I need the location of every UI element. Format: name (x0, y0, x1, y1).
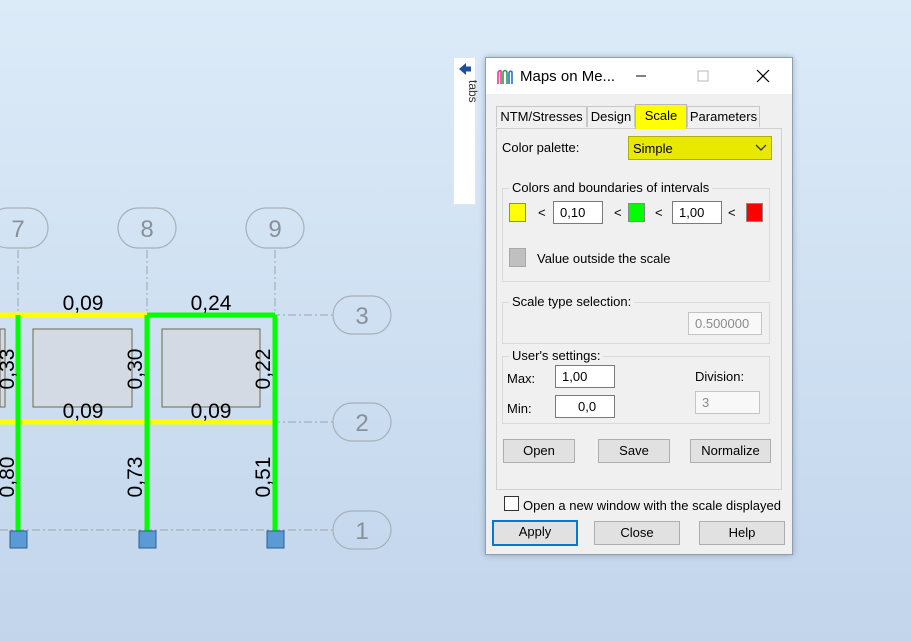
save-button[interactable]: Save (598, 439, 670, 463)
max-label: Max: (507, 371, 536, 386)
boundary-1-input[interactable]: 0,10 (553, 201, 603, 224)
tab-ntm-stresses[interactable]: NTM/Stresses (496, 106, 587, 127)
intervals-group-title: Colors and boundaries of intervals (509, 180, 713, 195)
value-label: 0,80 (0, 457, 19, 498)
value-label: 0,73 (124, 457, 147, 498)
division-input: 3 (695, 391, 760, 414)
value-label: 0,33 (0, 349, 19, 390)
axis-bubble-7: 7 (0, 207, 49, 249)
max-input[interactable]: 1,00 (555, 365, 615, 388)
less-than-sign: < (538, 205, 546, 220)
boundary-2-input[interactable]: 1,00 (672, 201, 722, 224)
side-tabs-label[interactable]: tabs (466, 80, 480, 103)
axis-bubble-1: 1 (332, 510, 392, 550)
app-icon (497, 69, 513, 84)
min-label: Min: (507, 401, 532, 416)
side-tabs-strip[interactable]: tabs (453, 57, 480, 205)
less-than-sign: < (655, 205, 663, 220)
value-label: 0,22 (252, 349, 275, 390)
value-label: 0,30 (124, 349, 147, 390)
maximize-icon (697, 70, 709, 82)
open-scale-window-checkbox[interactable] (504, 496, 519, 511)
tab-parameters[interactable]: Parameters (687, 106, 760, 127)
chevron-down-icon (755, 144, 767, 151)
axis-bubble-3: 3 (332, 295, 392, 335)
maps-dialog: Maps on Me... NTM/Stresses Design Parame… (485, 57, 793, 555)
support-1 (9, 530, 28, 549)
axis-bubble-9: 9 (245, 207, 305, 249)
axis-label-3: 3 (355, 303, 368, 330)
scale-type-title: Scale type selection: (509, 294, 635, 309)
less-than-sign: < (728, 205, 736, 220)
tab-design[interactable]: Design (587, 106, 635, 127)
support-2 (138, 530, 157, 549)
scale-type-input: 0.500000 (688, 312, 762, 335)
less-than-sign: < (614, 205, 622, 220)
axis-label-1: 1 (355, 518, 368, 545)
slab-panel (32, 328, 133, 408)
color-swatch-mid[interactable] (628, 203, 645, 222)
open-button[interactable]: Open (503, 439, 575, 463)
axis-bubble-2: 2 (332, 402, 392, 442)
color-swatch-low[interactable] (509, 203, 526, 222)
open-scale-window-label[interactable]: Open a new window with the scale display… (523, 498, 781, 513)
color-palette-label: Color palette: (502, 140, 580, 155)
normalize-button[interactable]: Normalize (690, 439, 771, 463)
support-3 (266, 530, 285, 549)
axis-label-9: 9 (268, 216, 281, 243)
maximize-button[interactable] (680, 58, 726, 94)
axis-label-2: 2 (355, 410, 368, 437)
axis-label-7: 7 (11, 216, 24, 243)
apply-button[interactable]: Apply (492, 520, 578, 546)
value-label: 0,24 (191, 292, 232, 315)
color-swatch-high[interactable] (746, 203, 763, 222)
division-label: Division: (695, 369, 745, 384)
value-label: 0,51 (252, 457, 275, 498)
minimize-icon (636, 75, 646, 77)
outside-scale-label: Value outside the scale (537, 251, 671, 266)
color-swatch-outside[interactable] (509, 248, 526, 267)
axis-bubble-8: 8 (117, 207, 177, 249)
slab-panel (161, 328, 261, 408)
minimize-button[interactable] (618, 58, 664, 94)
value-label: 0,09 (191, 400, 232, 423)
dialog-titlebar[interactable]: Maps on Me... (486, 58, 792, 94)
close-button[interactable]: Close (594, 521, 680, 545)
dialog-title: Maps on Me... (520, 68, 616, 85)
axis-label-8: 8 (140, 216, 153, 243)
value-label: 0,09 (63, 400, 104, 423)
user-settings-title: User's settings: (509, 348, 604, 363)
tab-scale[interactable]: Scale (635, 104, 687, 129)
min-input[interactable]: 0,0 (555, 395, 615, 418)
color-palette-dropdown[interactable]: Simple (628, 136, 772, 160)
close-window-button[interactable] (740, 58, 786, 94)
value-label: 0,09 (63, 292, 104, 315)
close-icon (756, 69, 770, 83)
color-palette-value: Simple (633, 141, 673, 156)
arrow-left-icon[interactable] (458, 62, 472, 76)
help-button[interactable]: Help (699, 521, 785, 545)
